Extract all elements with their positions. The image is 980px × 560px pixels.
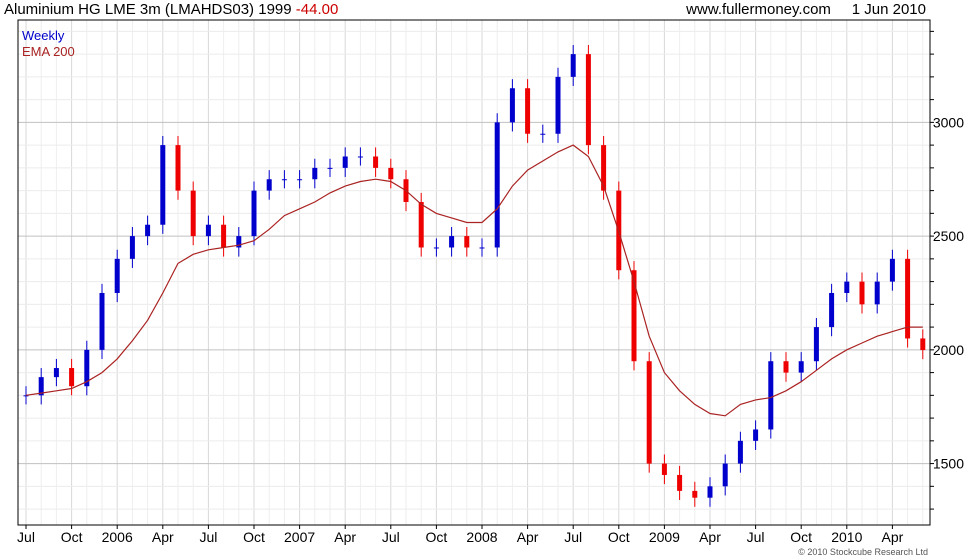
x-tick-label: Apr: [699, 529, 721, 545]
chart-canvas: 1500 2000 2500 3000 Jul Oct 2006 Apr Jul Oct 2007…: [17, 19, 964, 557]
x-tick-label: Apr: [334, 529, 356, 545]
grid-layer: [18, 20, 930, 525]
candle-body: [69, 368, 75, 387]
x-tick-label: Jul: [564, 529, 582, 545]
candle-body: [327, 167, 333, 169]
x-tick-label: Apr: [152, 529, 174, 545]
candle-body: [737, 440, 743, 464]
x-tick-label: Oct: [608, 529, 630, 545]
candle-body: [768, 361, 774, 430]
candle-body: [145, 224, 151, 237]
candle-body: [464, 236, 470, 248]
x-tick-label: Jul: [747, 529, 765, 545]
candle-body: [813, 327, 819, 362]
x-tick-label: 2008: [466, 529, 497, 545]
candle-body: [388, 167, 394, 180]
candle-body: [889, 258, 895, 282]
x-tick-label: Oct: [790, 529, 812, 545]
candle-body: [433, 247, 439, 249]
candle-body: [494, 122, 500, 248]
x-tick-label: 2009: [649, 529, 680, 545]
candle-body: [722, 463, 728, 487]
candle-body: [53, 368, 59, 378]
x-tick-label: 2010: [831, 529, 862, 545]
candle-body: [555, 76, 561, 134]
candle-layer: [23, 45, 926, 507]
candle-body: [160, 145, 166, 225]
candle-body: [418, 201, 424, 248]
candle-body: [99, 292, 105, 350]
candle-body: [297, 179, 303, 181]
y-tick-label: 1500: [933, 456, 964, 472]
candle-body: [449, 236, 455, 248]
x-tick-label: Jul: [382, 529, 400, 545]
candle-body: [646, 361, 652, 464]
candle-body: [859, 281, 865, 305]
candle-body: [570, 54, 576, 77]
candle-body: [692, 490, 698, 498]
candle-body: [753, 429, 759, 441]
y-tick-label: 3000: [933, 114, 964, 130]
candle-body: [783, 361, 789, 373]
y-axis: 1500 2000 2500 3000: [930, 30, 964, 510]
candle-body: [479, 247, 485, 249]
candle-body: [585, 54, 591, 146]
candle-body: [251, 190, 257, 237]
x-tick-label: Jul: [17, 529, 35, 545]
candle-body: [373, 156, 379, 168]
candle-body: [631, 270, 637, 362]
candle-body: [829, 292, 835, 328]
x-tick-label: 2006: [102, 529, 133, 545]
candle-body: [525, 88, 531, 134]
candle-body: [190, 190, 196, 237]
candle-body: [266, 179, 272, 191]
candle-body: [661, 463, 667, 475]
x-tick-label: Oct: [426, 529, 448, 545]
legend-weekly: Weekly: [22, 28, 65, 43]
candle-body: [114, 258, 120, 293]
x-tick-label: Apr: [882, 529, 904, 545]
candle-body: [798, 361, 804, 373]
candle-body: [312, 167, 318, 180]
x-tick-label: 2007: [284, 529, 315, 545]
candle-body: [175, 145, 181, 191]
candle-body: [509, 88, 515, 123]
candle-body: [874, 281, 880, 305]
x-axis: Jul Oct 2006 Apr Jul Oct 2007 Apr Jul Oct 2008 Apr J…: [17, 525, 904, 545]
x-tick-label: Oct: [243, 529, 265, 545]
candle-body: [844, 281, 850, 293]
candle-body: [677, 474, 683, 491]
y-tick-label: 2500: [933, 228, 964, 244]
candle-body: [342, 156, 348, 168]
candle-body: [281, 179, 287, 181]
x-tick-label: Jul: [199, 529, 217, 545]
candle-body: [205, 224, 211, 237]
copyright: © 2010 Stockcube Research Ltd: [798, 547, 928, 557]
plot-frame: [17, 19, 931, 526]
candle-body: [540, 133, 546, 135]
candle-body: [357, 156, 363, 158]
x-tick-label: Oct: [61, 529, 83, 545]
legend-ema: EMA 200: [22, 44, 75, 59]
y-tick-label: 2000: [933, 342, 964, 358]
x-tick-label: Apr: [517, 529, 539, 545]
candle-body: [129, 236, 135, 259]
candle-body: [920, 338, 926, 351]
candle-body: [221, 224, 227, 248]
candle-body: [707, 486, 713, 498]
